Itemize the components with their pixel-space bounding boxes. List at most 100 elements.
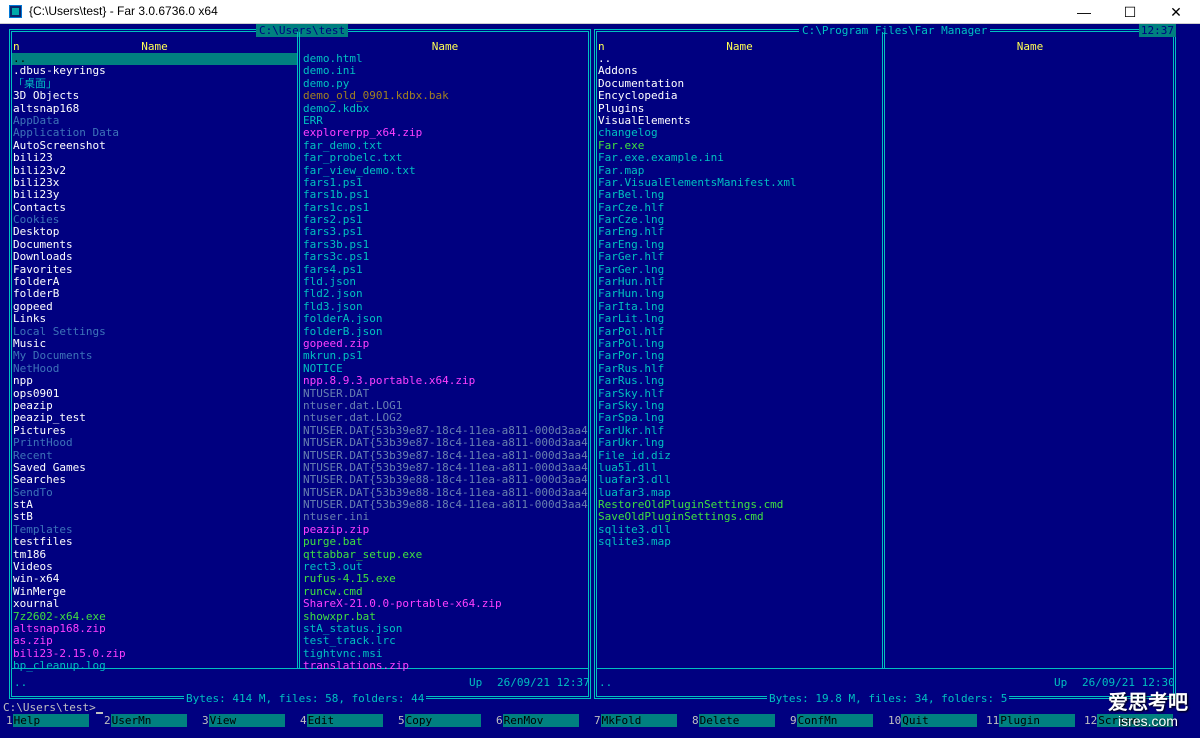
file-entry[interactable]: PrintHood [12,437,297,449]
file-entry[interactable]: far_view_demo.txt [302,165,588,177]
file-entry[interactable]: demo.py [302,78,588,90]
file-entry[interactable]: ShareX-21.0.0-portable-x64.zip [302,598,588,610]
command-line[interactable]: C:\Users\test> [3,701,103,714]
file-entry[interactable]: fld3.json [302,301,588,313]
left-col1-name-header[interactable]: Name [12,40,297,53]
file-entry[interactable]: qttabbar_setup.exe [302,549,588,561]
file-entry[interactable]: FarCze.hlf [597,202,882,214]
file-entry[interactable]: FarCze.lng [597,214,882,226]
file-entry[interactable]: Far.exe.example.ini [597,152,882,164]
fkey-7[interactable]: 7MkFold [594,714,677,727]
file-entry[interactable]: Recent [12,450,297,462]
file-entry[interactable]: SendTo [12,487,297,499]
file-entry[interactable]: FarLit.lng [597,313,882,325]
file-entry[interactable]: Far.exe [597,140,882,152]
file-entry[interactable]: FarEng.hlf [597,226,882,238]
file-entry[interactable]: bili23x [12,177,297,189]
fkey-2[interactable]: 2UserMn [104,714,187,727]
file-entry[interactable]: Templates [12,524,297,536]
file-entry[interactable]: NTUSER.DAT{53b39e87-18c4-11ea-a811-000d3… [302,437,588,449]
file-entry[interactable]: ntuser.ini [302,511,588,523]
file-entry[interactable]: sqlite3.dll [597,524,882,536]
file-entry[interactable]: FarUkr.hlf [597,425,882,437]
file-entry[interactable]: Plugins [597,103,882,115]
file-entry[interactable]: altsnap168.zip [12,623,297,635]
file-entry[interactable]: xournal [12,598,297,610]
file-entry[interactable]: test_track.lrc [302,635,588,647]
file-entry[interactable]: translations.zip [302,660,588,672]
file-entry[interactable]: altsnap168 [12,103,297,115]
file-entry[interactable]: Addons [597,65,882,77]
file-entry[interactable]: .. [597,53,882,65]
file-entry[interactable]: FarIta.lng [597,301,882,313]
left-panel[interactable]: C:\Users\test n Name Name .. .dbus-keyrin… [9,24,591,705]
file-entry[interactable]: NTUSER.DAT{53b39e88-18c4-11ea-a811-000d3… [302,487,588,499]
file-entry[interactable]: NetHood [12,363,297,375]
file-entry[interactable]: peazip [12,400,297,412]
file-entry[interactable]: FarRus.lng [597,375,882,387]
right-panel[interactable]: C:\Program Files\Far Manager 12:37 n Nam… [594,24,1176,705]
fkey-4[interactable]: 4Edit [300,714,383,727]
right-col1-name-header[interactable]: Name [597,40,882,53]
file-entry[interactable]: FarSpa.lng [597,412,882,424]
file-entry[interactable]: AutoScreenshot [12,140,297,152]
file-entry[interactable]: FarHun.hlf [597,276,882,288]
file-entry[interactable]: ntuser.dat.LOG1 [302,400,588,412]
file-entry[interactable]: showxpr.bat [302,611,588,623]
file-entry[interactable]: FarGer.lng [597,264,882,276]
file-entry[interactable]: Documentation [597,78,882,90]
file-entry[interactable]: My Documents [12,350,297,362]
file-entry[interactable]: Encyclopedia [597,90,882,102]
file-entry[interactable]: NTUSER.DAT{53b39e87-18c4-11ea-a811-000d3… [302,425,588,437]
file-entry[interactable]: sqlite3.map [597,536,882,548]
file-entry[interactable]: fars2.ps1 [302,214,588,226]
file-entry[interactable]: luafar3.map [597,487,882,499]
right-col2-name-header[interactable]: Name [887,40,1173,53]
file-entry-selected[interactable]: .. [12,53,297,66]
file-entry[interactable]: NTUSER.DAT{53b39e87-18c4-11ea-a811-000d3… [302,450,588,462]
fkey-11[interactable]: 11Plugin [986,714,1076,727]
file-entry[interactable]: npp [12,375,297,387]
file-entry[interactable]: folderB [12,288,297,300]
file-entry[interactable]: VisualElements [597,115,882,127]
file-entry[interactable]: bili23y [12,189,297,201]
file-entry[interactable]: win-x64 [12,573,297,585]
file-entry[interactable]: fld.json [302,276,588,288]
file-entry[interactable]: bp_cleanup.log [12,660,297,672]
file-entry[interactable]: rufus-4.15.exe [302,573,588,585]
file-entry[interactable]: gopeed [12,301,297,313]
file-entry[interactable]: FarSky.lng [597,400,882,412]
file-entry[interactable]: fars1c.ps1 [302,202,588,214]
file-entry[interactable]: Cookies [12,214,297,226]
file-entry[interactable]: lua51.dll [597,462,882,474]
file-entry[interactable]: SaveOldPluginSettings.cmd [597,511,882,523]
fkey-8[interactable]: 8Delete [692,714,775,727]
file-entry[interactable]: NTUSER.DAT{53b39e88-18c4-11ea-a811-000d3… [302,474,588,486]
close-button[interactable]: ✕ [1153,0,1199,24]
file-entry[interactable]: demo_old_0901.kdbx.bak [302,90,588,102]
file-entry[interactable]: File_id.diz [597,450,882,462]
file-entry[interactable]: FarHun.lng [597,288,882,300]
file-entry[interactable]: Links [12,313,297,325]
file-entry[interactable]: FarSky.hlf [597,388,882,400]
file-entry[interactable]: NTUSER.DAT{53b39e87-18c4-11ea-a811-000d3… [302,462,588,474]
left-col2-name-header[interactable]: Name [302,40,588,53]
fkey-9[interactable]: 9ConfMn [790,714,873,727]
fkey-6[interactable]: 6RenMov [496,714,579,727]
file-entry[interactable]: .dbus-keyrings [12,65,297,77]
file-entry[interactable]: far_demo.txt [302,140,588,152]
fkey-1[interactable]: 1Help [6,714,89,727]
file-entry[interactable]: as.zip [12,635,297,647]
file-entry[interactable]: FarBel.lng [597,189,882,201]
file-entry[interactable]: fld2.json [302,288,588,300]
file-entry[interactable]: demo.html [302,53,588,65]
file-entry[interactable]: ERR [302,115,588,127]
file-entry[interactable]: Application Data [12,127,297,139]
file-entry[interactable]: WinMerge [12,586,297,598]
file-entry[interactable]: tm186 [12,549,297,561]
file-entry[interactable]: explorerpp_x64.zip [302,127,588,139]
file-entry[interactable]: fars3.ps1 [302,226,588,238]
fkey-10[interactable]: 10Quit [888,714,978,727]
file-entry[interactable]: ops0901 [12,388,297,400]
file-entry[interactable]: demo2.kdbx [302,103,588,115]
